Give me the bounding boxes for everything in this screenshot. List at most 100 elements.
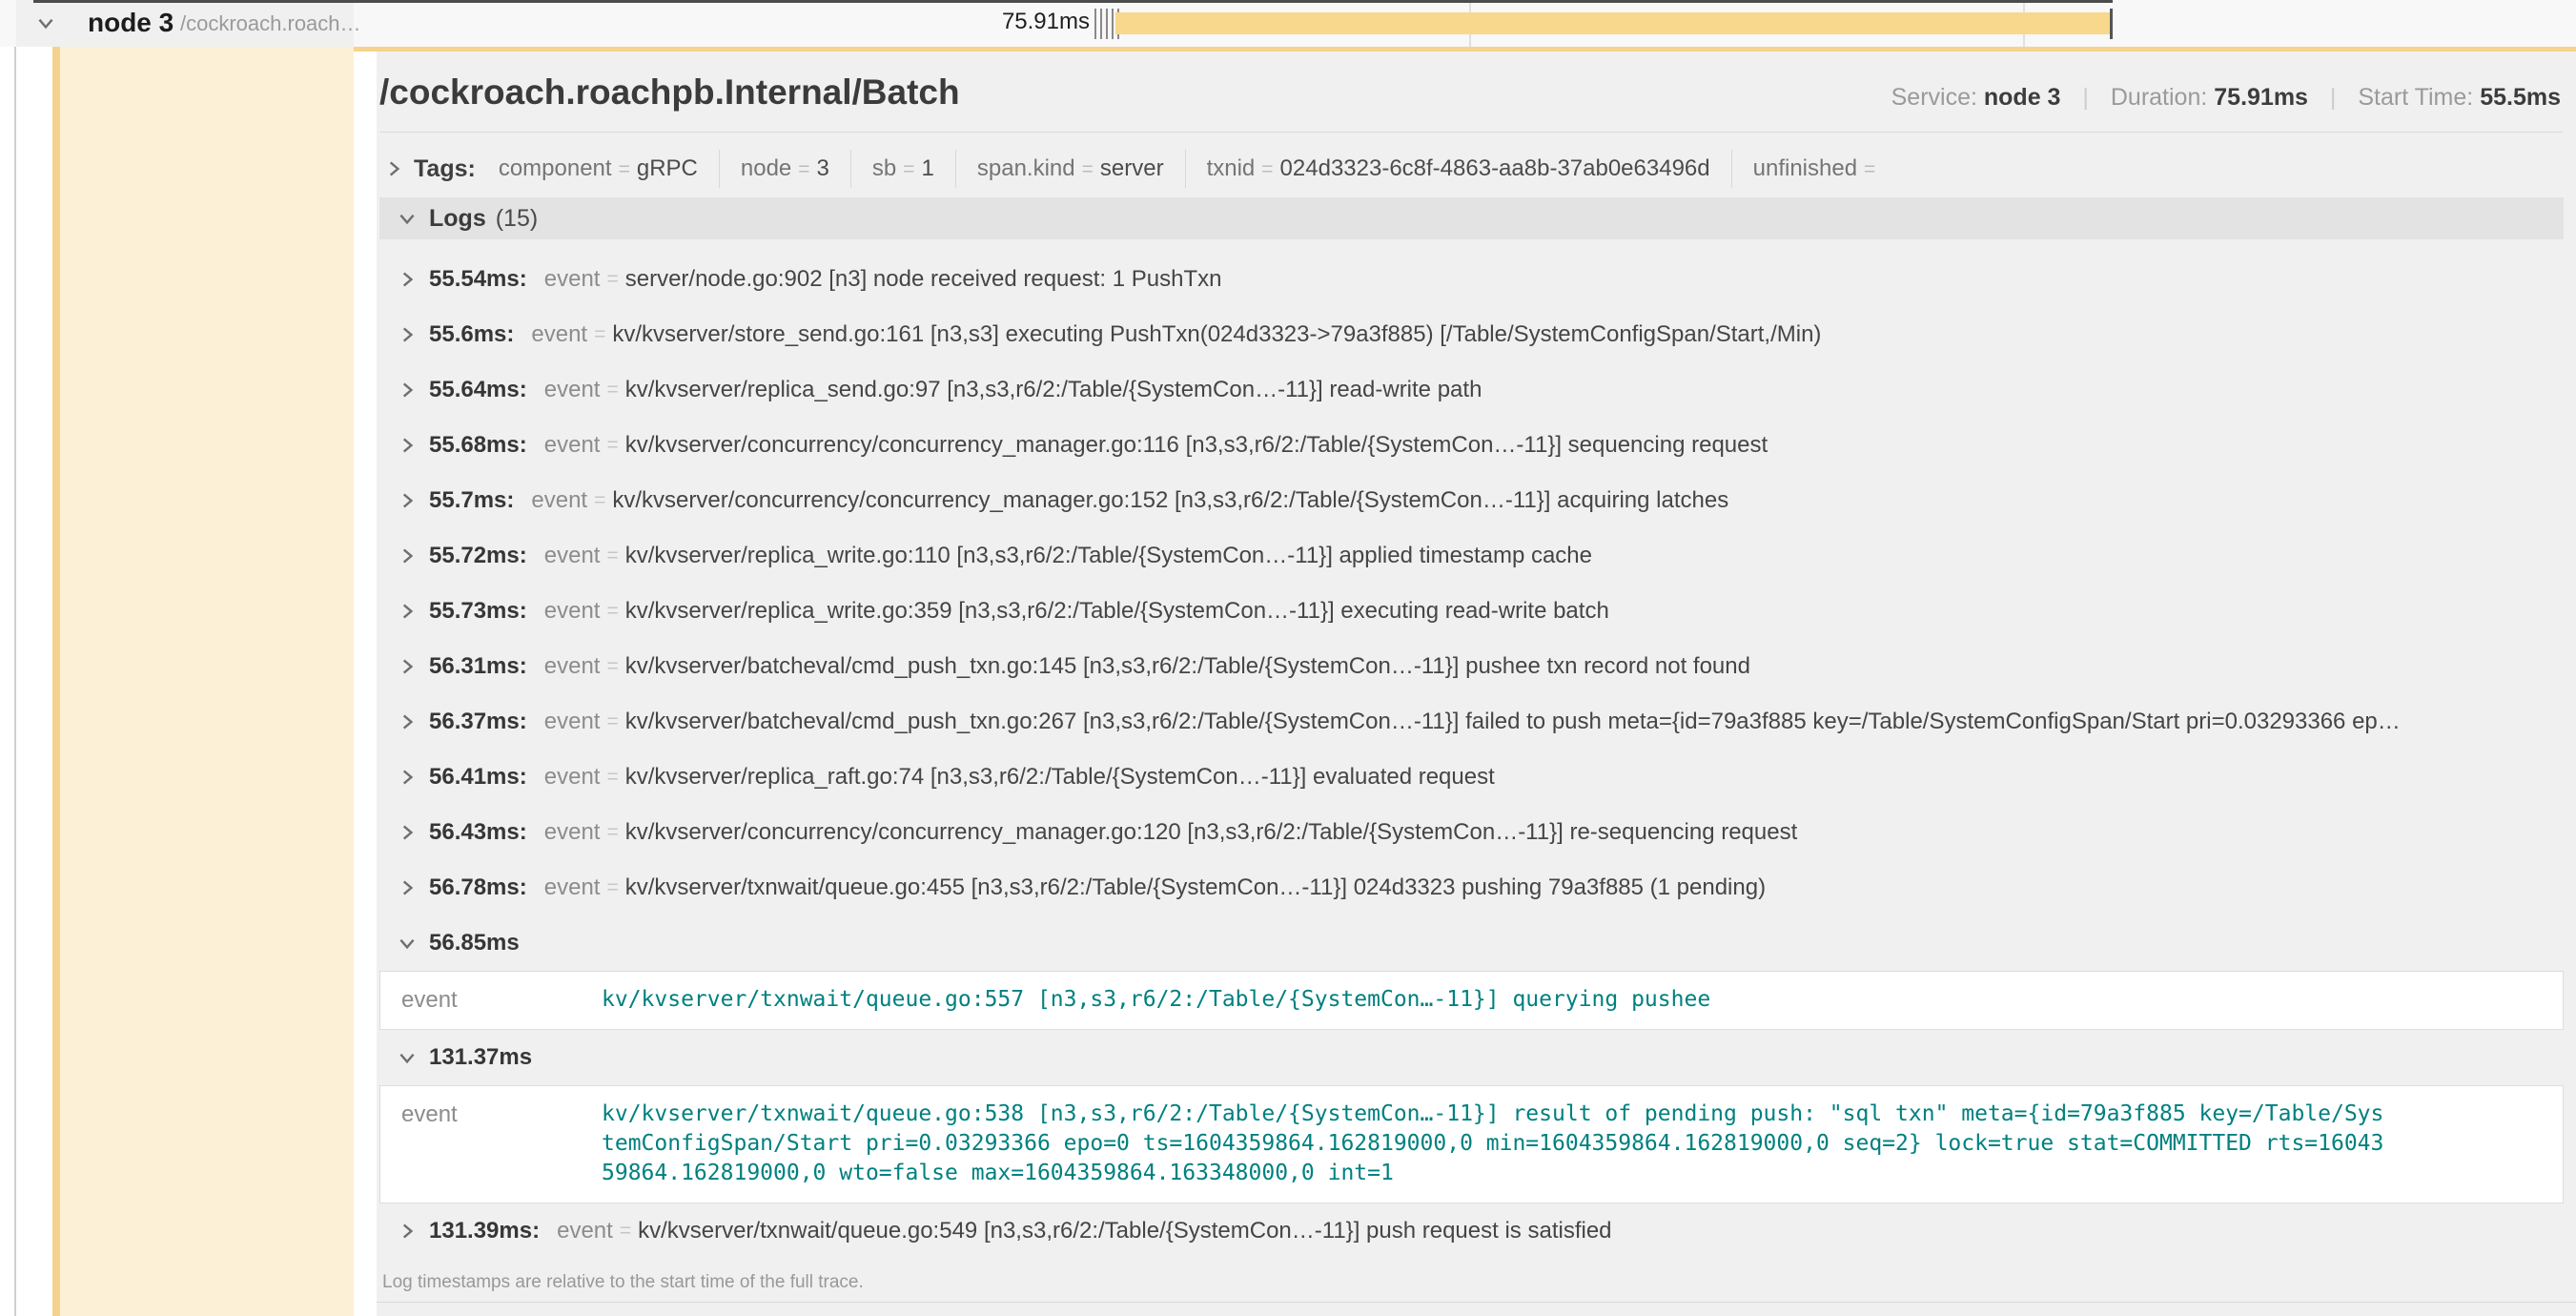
tag-value: 3 [817, 155, 829, 181]
footer-divider [377, 1302, 2576, 1303]
log-row[interactable]: 131.39ms:event=kv/kvserver/txnwait/queue… [379, 1203, 2564, 1259]
chevron-right-icon[interactable] [397, 822, 418, 843]
log-row[interactable]: 55.54ms:event=server/node.go:902 [n3] no… [379, 252, 2564, 307]
chevron-right-icon[interactable] [383, 158, 404, 179]
log-field-key: event [544, 764, 601, 791]
log-equals: = [594, 323, 605, 346]
duration-value: 75.91ms [2214, 84, 2308, 111]
log-field-value: kv/kvserver/concurrency/concurrency_mana… [625, 819, 1798, 846]
chevron-right-icon[interactable] [397, 877, 418, 898]
span-service-name[interactable]: node 3 [88, 8, 174, 38]
log-row[interactable]: 55.7ms:event=kv/kvserver/concurrency/con… [379, 473, 2564, 528]
log-row[interactable]: 56.31ms:event=kv/kvserver/batcheval/cmd_… [379, 639, 2564, 694]
log-field-key: event [544, 819, 601, 846]
log-row[interactable]: 55.68ms:event=kv/kvserver/concurrency/co… [379, 418, 2564, 473]
chevron-right-icon[interactable] [397, 380, 418, 401]
log-timestamp: 55.54ms: [429, 266, 527, 293]
log-row-expanded-header[interactable]: 131.37ms [379, 1030, 2564, 1085]
span-name-column[interactable] [60, 47, 354, 1316]
log-field-key: event [544, 432, 601, 459]
tag-key: span.kind [977, 155, 1075, 181]
meta-separator: | [2082, 84, 2089, 111]
chevron-down-icon[interactable] [397, 1047, 418, 1068]
log-row[interactable]: 55.64ms:event=kv/kvserver/replica_send.g… [379, 362, 2564, 418]
log-row[interactable]: 55.6ms:event=kv/kvserver/store_send.go:1… [379, 307, 2564, 362]
tag-separator [1185, 150, 1186, 188]
log-row[interactable]: 55.72ms:event=kv/kvserver/replica_write.… [379, 528, 2564, 584]
meta-separator: | [2330, 84, 2337, 111]
service-label: Service: [1891, 84, 1977, 111]
log-detail-card: eventkv/kvserver/txnwait/queue.go:557 [n… [379, 971, 2564, 1030]
log-field-key: event [557, 1218, 613, 1244]
log-equals: = [620, 1220, 631, 1243]
log-field-value: kv/kvserver/txnwait/queue.go:557 [n3,s3,… [602, 972, 2392, 1015]
log-timestamp: 56.78ms: [429, 874, 527, 901]
chevron-right-icon[interactable] [397, 435, 418, 456]
tag-item: unfinished = [1753, 155, 1883, 182]
logs-count: (15) [496, 205, 538, 233]
start-time-label: Start Time: [2358, 84, 2473, 111]
log-timestamp: 55.73ms: [429, 598, 527, 625]
duration-label: Duration: [2111, 84, 2207, 111]
log-timestamp: 131.37ms [429, 1044, 532, 1071]
span-operation-name[interactable]: /cockroach.roach… [180, 11, 361, 36]
tag-equals: = [1864, 158, 1875, 180]
tag-value: server [1100, 155, 1164, 181]
tag-value: 1 [922, 155, 934, 181]
log-row[interactable]: 56.43ms:event=kv/kvserver/concurrency/co… [379, 805, 2564, 860]
log-field-value: kv/kvserver/replica_write.go:110 [n3,s3,… [625, 543, 1592, 569]
chevron-right-icon[interactable] [397, 601, 418, 622]
tag-equals: = [619, 158, 630, 180]
tags-label: Tags: [414, 155, 476, 183]
chevron-right-icon[interactable] [397, 324, 418, 345]
log-field-value: kv/kvserver/replica_raft.go:74 [n3,s3,r6… [625, 764, 1495, 791]
tag-item: span.kind = server [977, 155, 1164, 182]
chevron-right-icon[interactable] [397, 711, 418, 732]
log-equals: = [606, 821, 618, 844]
log-row[interactable]: 56.41ms:event=kv/kvserver/replica_raft.g… [379, 750, 2564, 805]
chevron-down-icon[interactable] [397, 933, 418, 954]
chevron-right-icon[interactable] [397, 1221, 418, 1242]
chevron-down-icon[interactable] [35, 12, 56, 33]
tag-key: unfinished [1753, 155, 1857, 181]
chevron-right-icon[interactable] [397, 490, 418, 511]
tag-equals: = [903, 158, 914, 180]
log-field-value: kv/kvserver/replica_send.go:97 [n3,s3,r6… [625, 377, 1482, 403]
chevron-right-icon[interactable] [397, 545, 418, 566]
log-field-key: event [544, 653, 601, 680]
tag-key: component [499, 155, 612, 181]
log-field-key: event [380, 1086, 602, 1128]
tags-accordion[interactable]: Tags: component=gRPCnode=3sb=1span.kind=… [379, 147, 1882, 191]
log-row[interactable]: 56.37ms:event=kv/kvserver/batcheval/cmd_… [379, 694, 2564, 750]
log-equals: = [606, 655, 618, 678]
span-duration-bar[interactable] [1115, 12, 2113, 34]
tag-separator [719, 150, 720, 188]
chevron-right-icon[interactable] [397, 767, 418, 788]
log-field-key: event [544, 543, 601, 569]
log-timestamp: 56.31ms: [429, 653, 527, 680]
tags-list: component=gRPCnode=3sb=1span.kind=server… [499, 150, 1882, 188]
tag-item: node=3 [741, 155, 829, 182]
log-field-key: event [531, 321, 587, 348]
tag-equals: = [1082, 158, 1094, 180]
log-equals: = [606, 545, 618, 567]
logs-title: Logs [429, 205, 486, 233]
chevron-right-icon[interactable] [397, 269, 418, 290]
tag-key: sb [872, 155, 896, 181]
left-rail-divider [14, 0, 16, 1316]
tag-item: sb = 1 [872, 155, 934, 182]
chevron-down-icon[interactable] [397, 208, 418, 229]
span-title: /cockroach.roachpb.Internal/Batch [379, 72, 960, 113]
logs-footnote: Log timestamps are relative to the start… [379, 1259, 2564, 1293]
start-time-value: 55.5ms [2480, 84, 2561, 111]
log-row[interactable]: 55.73ms:event=kv/kvserver/replica_write.… [379, 584, 2564, 639]
chevron-right-icon[interactable] [397, 656, 418, 677]
span-name-cell[interactable]: node 3 /cockroach.roach… [16, 0, 354, 47]
log-field-key: event [531, 487, 587, 514]
span-duration-label: 75.91ms [1002, 9, 1090, 35]
logs-accordion-header[interactable]: Logs (15) [379, 197, 2564, 239]
log-row[interactable]: 56.78ms:event=kv/kvserver/txnwait/queue.… [379, 860, 2564, 915]
log-row-expanded-header[interactable]: 56.85ms [379, 915, 2564, 971]
log-field-value: kv/kvserver/concurrency/concurrency_mana… [612, 487, 1728, 514]
span-detail-panel: /cockroach.roachpb.Internal/Batch Servic… [377, 51, 2576, 1316]
